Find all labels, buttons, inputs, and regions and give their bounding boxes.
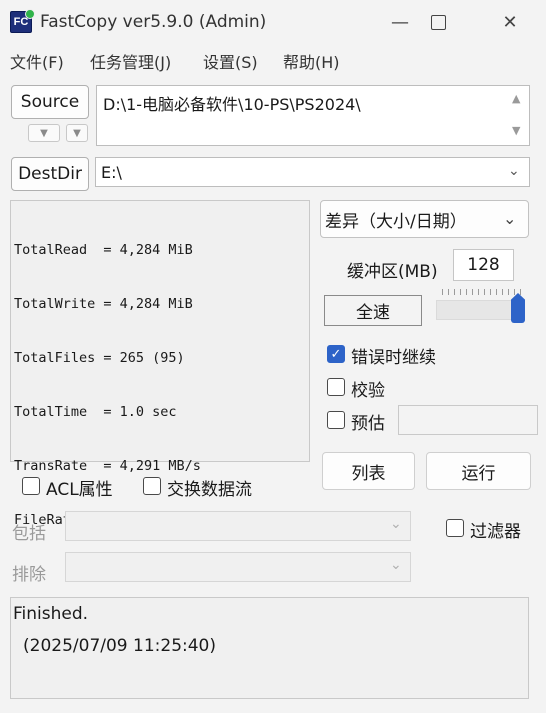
- source-history-button[interactable]: ▼: [28, 124, 60, 142]
- title-bar[interactable]: FC FastCopy ver5.9.0 (Admin) — ✕: [0, 0, 546, 44]
- chevron-down-icon: ⌄: [390, 516, 402, 532]
- scroll-up-icon[interactable]: ▲: [512, 92, 520, 105]
- stat-line: TotalTime = 1.0 sec: [14, 404, 177, 420]
- estimate-result-box: [398, 405, 538, 435]
- buffer-label: 缓冲区(MB): [347, 262, 438, 282]
- source-button[interactable]: Source: [11, 85, 89, 119]
- status-line-1: Finished.: [13, 604, 89, 624]
- continue-on-error-label: 错误时继续: [351, 348, 436, 368]
- stat-line: TotalWrite = 4,284 MiB: [14, 296, 193, 312]
- source-scrollbar[interactable]: ▲ ▼: [507, 86, 529, 145]
- source-dropdown-button[interactable]: ▼: [66, 124, 88, 142]
- stat-line: TotalFiles = 265 (95): [14, 350, 185, 366]
- maximize-button[interactable]: [416, 6, 460, 38]
- run-button-label: 运行: [461, 463, 496, 484]
- slider-thumb[interactable]: [511, 293, 525, 323]
- destdir-button[interactable]: DestDir: [11, 157, 89, 191]
- window-title: FastCopy ver5.9.0 (Admin): [40, 12, 267, 32]
- estimate-label: 预估: [351, 414, 385, 434]
- stat-line: TotalRead = 4,284 MiB: [14, 242, 193, 258]
- verify-checkbox[interactable]: [327, 378, 345, 396]
- close-button[interactable]: ✕: [488, 6, 532, 38]
- copy-mode-dropdown[interactable]: 差异（大小/日期） ⌄: [320, 200, 529, 238]
- continue-on-error-checkbox[interactable]: ✓: [327, 345, 345, 363]
- speed-label: 全速: [356, 303, 390, 323]
- run-button[interactable]: 运行: [426, 452, 531, 490]
- verify-label: 校验: [351, 381, 385, 401]
- double-chevron-down-icon: ▼: [40, 127, 48, 139]
- menu-help[interactable]: 帮助(H): [283, 49, 340, 73]
- acl-checkbox[interactable]: [22, 477, 40, 495]
- stats-panel: TotalRead = 4,284 MiB TotalWrite = 4,284…: [10, 200, 310, 528]
- scroll-down-icon[interactable]: ▼: [512, 124, 520, 137]
- dest-path-combobox[interactable]: E:\ ⌄: [95, 157, 530, 187]
- acl-label: ACL属性: [46, 480, 113, 500]
- chevron-down-icon: ⌄: [503, 209, 517, 228]
- chevron-down-icon: ▼: [73, 127, 81, 139]
- copy-mode-selected: 差异（大小/日期）: [325, 211, 467, 232]
- source-path-field[interactable]: D:\1-电脑必备软件\10-PS\PS2024\ ▲ ▼: [96, 85, 530, 146]
- include-combobox[interactable]: ⌄: [65, 511, 411, 541]
- list-button-label: 列表: [351, 463, 386, 484]
- stat-line: TransRate = 4,291 MB/s: [14, 458, 201, 474]
- alternate-streams-label: 交换数据流: [167, 480, 252, 500]
- fastcopy-app-icon: FC: [10, 9, 35, 33]
- maximize-icon: [430, 14, 446, 30]
- speed-label-box: 全速: [324, 295, 422, 326]
- menu-job[interactable]: 任务管理(J): [90, 49, 171, 73]
- menu-file[interactable]: 文件(F): [10, 49, 64, 73]
- minimize-icon: —: [391, 11, 409, 33]
- list-button[interactable]: 列表: [322, 452, 415, 490]
- filter-label: 过滤器: [470, 522, 521, 542]
- checkmark-icon: ✓: [330, 346, 342, 362]
- menu-bar: 文件(F) 任务管理(J) 设置(S) 帮助(H): [0, 44, 546, 74]
- menu-settings[interactable]: 设置(S): [203, 49, 258, 73]
- status-log: Finished. (2025/07/09 11:25:40): [10, 597, 529, 699]
- chevron-down-icon[interactable]: ⌄: [508, 163, 520, 179]
- slider-track: [436, 300, 522, 320]
- close-icon: ✕: [502, 11, 518, 33]
- source-path-text: D:\1-电脑必备软件\10-PS\PS2024\: [103, 95, 361, 114]
- source-button-label: Source: [20, 92, 80, 112]
- alternate-streams-checkbox[interactable]: [143, 477, 161, 495]
- chevron-down-icon: ⌄: [390, 557, 402, 573]
- exclude-label: 排除: [12, 565, 46, 585]
- include-label: 包括: [12, 524, 46, 544]
- status-line-2: (2025/07/09 11:25:40): [23, 636, 217, 656]
- buffer-size-input[interactable]: 128: [453, 249, 514, 281]
- exclude-combobox[interactable]: ⌄: [65, 552, 411, 582]
- slider-ticks: [442, 289, 522, 295]
- filter-checkbox[interactable]: [446, 519, 464, 537]
- app-icon-badge: [25, 9, 35, 19]
- estimate-checkbox[interactable]: [327, 411, 345, 429]
- dest-path-text: E:\: [101, 163, 122, 182]
- speed-slider[interactable]: [436, 289, 528, 323]
- buffer-size-value: 128: [467, 255, 500, 275]
- destdir-button-label: DestDir: [18, 164, 82, 184]
